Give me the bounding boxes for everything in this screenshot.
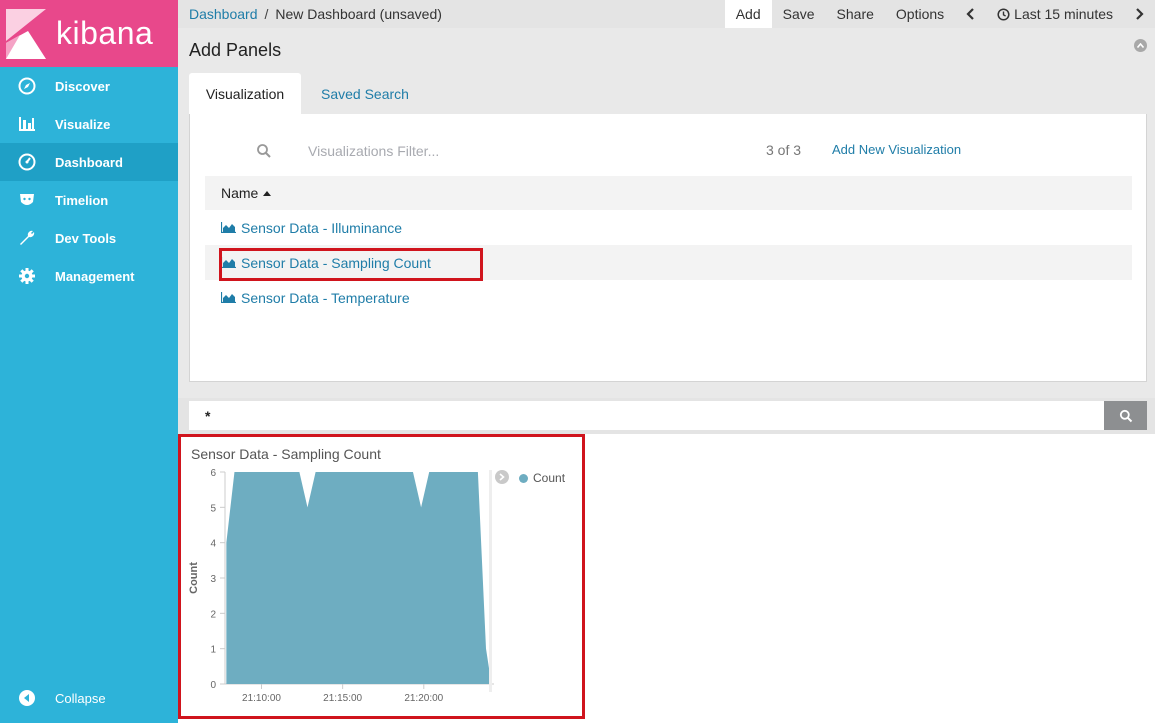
column-header-label: Name <box>221 185 259 201</box>
sidebar-item-dashboard[interactable]: Dashboard <box>0 143 178 181</box>
visualization-link[interactable]: Sensor Data - Temperature <box>221 290 410 306</box>
timelion-icon <box>0 191 55 209</box>
kibana-logo-icon <box>6 8 46 59</box>
tab-saved-search[interactable]: Saved Search <box>321 73 409 114</box>
search-icon <box>257 144 271 158</box>
y-tick-label: 5 <box>210 503 216 514</box>
add-new-visualization-link[interactable]: Add New Visualization <box>832 142 961 157</box>
legend-divider <box>489 470 492 692</box>
y-tick-label: 2 <box>210 609 216 620</box>
options-button[interactable]: Options <box>885 0 955 28</box>
result-count: 3 of 3 <box>766 142 802 158</box>
legend-toggle-icon[interactable] <box>495 470 509 484</box>
sidebar-item-label: Dashboard <box>55 154 123 170</box>
visualization-link[interactable]: Sensor Data - Sampling Count <box>221 255 431 271</box>
chevron-right-icon <box>1136 8 1144 20</box>
area-chart-icon <box>221 257 236 268</box>
time-range-label: Last 15 minutes <box>1014 6 1113 22</box>
visualization-label: Sensor Data - Sampling Count <box>241 254 431 271</box>
y-tick-label: 3 <box>210 574 216 585</box>
sidebar-item-management[interactable]: Management <box>0 257 178 295</box>
compass-icon <box>0 77 55 95</box>
time-next-button[interactable] <box>1124 0 1155 28</box>
search-icon <box>1119 409 1132 422</box>
list-item: Sensor Data - Temperature <box>205 280 1132 315</box>
legend-item-count[interactable]: Count <box>519 471 565 485</box>
sidebar-item-label: Discover <box>55 78 110 94</box>
bar-chart-icon <box>0 115 55 133</box>
breadcrumb-current: New Dashboard (unsaved) <box>275 6 442 22</box>
top-nav-bar: Dashboard / New Dashboard (unsaved) Add … <box>178 0 1155 28</box>
tab-visualization[interactable]: Visualization <box>189 73 301 114</box>
list-item: Sensor Data - Illuminance <box>205 210 1132 245</box>
add-button[interactable]: Add <box>724 0 772 28</box>
sidebar-item-discover[interactable]: Discover <box>0 67 178 105</box>
series-count-area <box>226 472 492 684</box>
sort-ascending-icon <box>263 190 272 196</box>
sidebar-item-label: Visualize <box>55 116 111 132</box>
name-column-header[interactable]: Name <box>205 176 1132 210</box>
breadcrumb: Dashboard / New Dashboard (unsaved) <box>178 6 725 22</box>
y-tick-label: 4 <box>210 539 216 550</box>
area-chart-icon <box>221 222 236 233</box>
clock-icon <box>997 7 1010 21</box>
y-tick-label: 0 <box>210 680 216 691</box>
y-axis-label: Count <box>188 562 200 594</box>
save-button[interactable]: Save <box>772 0 826 28</box>
collapse-left-icon <box>0 689 55 707</box>
collapse-label: Collapse <box>55 690 106 706</box>
x-tick-label: 21:15:00 <box>323 693 362 704</box>
sidebar: kibana Discover Visualize Dashboard Time… <box>0 0 178 723</box>
y-tick-label: 6 <box>210 468 216 479</box>
visualization-label: Sensor Data - Illuminance <box>241 219 403 236</box>
add-panels-section: Add Panels Visualization Saved Search 3 … <box>178 28 1155 398</box>
visualization-label: Sensor Data - Temperature <box>241 289 410 306</box>
x-tick-label: 21:10:00 <box>242 693 281 704</box>
y-tick-label: 1 <box>210 645 216 656</box>
legend-color-dot <box>519 473 528 483</box>
sidebar-item-label: Dev Tools <box>55 230 117 246</box>
add-panels-title: Add Panels <box>189 40 282 60</box>
chevron-left-icon <box>966 8 974 20</box>
list-item: Sensor Data - Sampling Count <box>205 245 1132 281</box>
sidebar-item-timelion[interactable]: Timelion <box>0 181 178 219</box>
share-button[interactable]: Share <box>826 0 885 28</box>
collapse-sidebar-button[interactable]: Collapse <box>0 679 178 717</box>
kibana-logo[interactable]: kibana <box>0 0 178 67</box>
query-input[interactable] <box>189 401 1104 430</box>
visualizations-filter-input[interactable] <box>308 138 708 164</box>
visualization-link[interactable]: Sensor Data - Illuminance <box>221 220 402 236</box>
visualization-list-panel: 3 of 3 Add New Visualization Name Sensor… <box>189 114 1147 382</box>
logo-text: kibana <box>56 15 154 51</box>
dashboard-panel: Sensor Data - Sampling Count 0 1 2 3 4 5 6 Coun… <box>178 434 585 719</box>
wrench-icon <box>0 229 55 247</box>
sidebar-item-dev-tools[interactable]: Dev Tools <box>0 219 178 257</box>
dashboard-gauge-icon <box>0 153 55 171</box>
x-tick-label: 21:20:00 <box>404 693 443 704</box>
time-prev-button[interactable] <box>955 0 986 28</box>
sidebar-item-label: Management <box>55 268 135 284</box>
legend-label: Count <box>533 471 566 485</box>
breadcrumb-dashboard-link[interactable]: Dashboard <box>189 6 258 22</box>
area-chart-icon <box>221 292 236 303</box>
query-bar <box>178 398 1155 434</box>
sidebar-item-visualize[interactable]: Visualize <box>0 105 178 143</box>
breadcrumb-separator: / <box>264 6 269 22</box>
time-picker-button[interactable]: Last 15 minutes <box>986 0 1124 28</box>
query-submit-button[interactable] <box>1104 401 1147 430</box>
close-add-panels-icon[interactable] <box>1134 39 1147 52</box>
sidebar-item-label: Timelion <box>55 192 109 208</box>
gear-icon <box>0 267 55 285</box>
